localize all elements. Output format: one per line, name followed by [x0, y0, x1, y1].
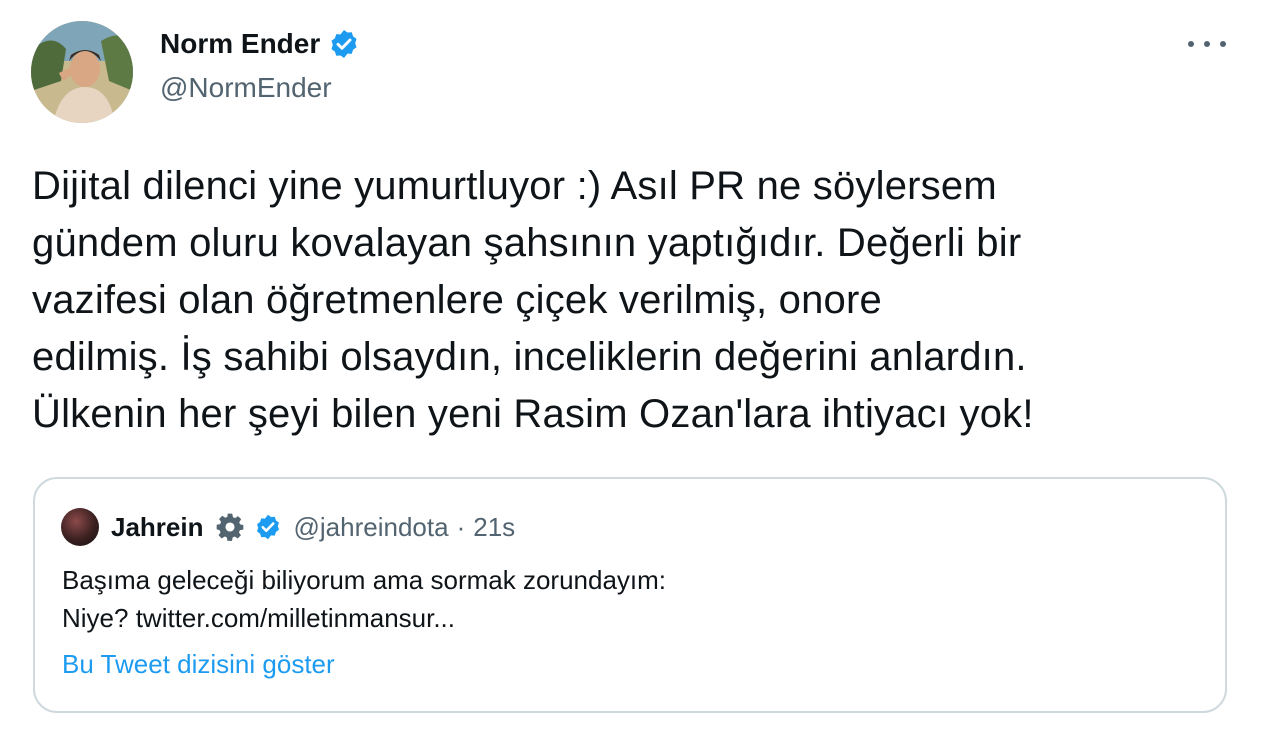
verified-badge-icon — [328, 28, 360, 60]
author-name-row: Norm Ender — [160, 28, 360, 60]
verified-badge-icon — [254, 513, 282, 541]
author-name[interactable]: Norm Ender — [160, 28, 320, 60]
quoted-tweet-header: Jahrein @jahreindota · 21s — [61, 507, 515, 547]
author-handle[interactable]: @NormEnder — [160, 72, 332, 104]
tweet-line: Dijital dilenci yine yumurtluyor :) Asıl… — [32, 164, 997, 208]
tweet-line: gündem oluru kovalayan şahsının yaptığıd… — [32, 221, 1022, 265]
quoted-tweet[interactable]: Jahrein @jahreindota · 21s Başıma gelece… — [33, 477, 1227, 713]
quoted-author-handle[interactable]: @jahreindota — [294, 512, 449, 543]
tweet-line: Ülkenin her şeyi bilen yeni Rasim Ozan'l… — [32, 392, 1034, 436]
tweet-text: Dijital dilenci yine yumurtluyor :) Asıl… — [32, 158, 1262, 443]
more-options-icon[interactable] — [1188, 34, 1226, 54]
tweet-line: vazifesi olan öğretmenlere çiçek verilmi… — [32, 278, 882, 322]
gear-icon — [214, 511, 246, 543]
show-thread-link[interactable]: Bu Tweet dizisini göster — [62, 649, 335, 680]
author-avatar[interactable] — [31, 21, 133, 123]
separator-dot: · — [456, 511, 466, 542]
quoted-line[interactable]: Niye? twitter.com/milletinmansur... — [62, 599, 1202, 637]
quoted-tweet-text: Başıma geleceği biliyorum ama sormak zor… — [62, 561, 1202, 637]
quoted-author-name[interactable]: Jahrein — [111, 512, 204, 543]
quoted-tweet-time[interactable]: 21s — [473, 512, 515, 543]
tweet-line: edilmiş. İş sahibi olsaydın, incelikleri… — [32, 335, 1027, 379]
quoted-line: Başıma geleceği biliyorum ama sormak zor… — [62, 565, 667, 595]
quoted-author-avatar[interactable] — [61, 508, 99, 546]
tweet-card: Norm Ender @NormEnder Dijital dilenci yi… — [0, 0, 1280, 736]
